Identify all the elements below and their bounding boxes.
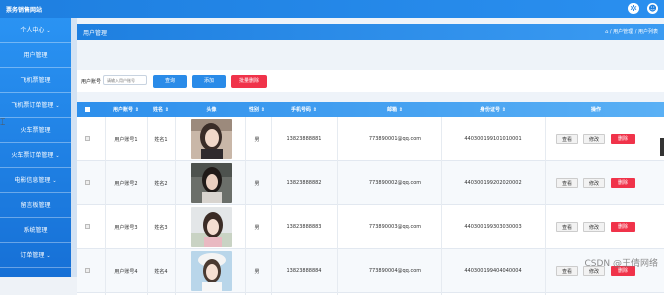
- row-checkbox[interactable]: [85, 136, 90, 141]
- add-button[interactable]: 添加: [192, 75, 226, 88]
- phone-cell: 13823888881: [286, 136, 322, 142]
- phone-cell: 13823888882: [286, 180, 322, 186]
- search-label: 用户账号: [81, 79, 102, 85]
- email-cell: 773890002@qq.com: [368, 180, 422, 186]
- chevron-down-icon: ⌄: [52, 178, 57, 184]
- view-button[interactable]: 查看: [556, 222, 578, 232]
- col-avatar: 头像: [206, 107, 217, 113]
- col-account[interactable]: 用户账号 ⇕: [105, 106, 147, 113]
- sidebar-item-personal-center[interactable]: 个人中心 ⌄: [0, 18, 71, 43]
- view-button[interactable]: 查看: [556, 178, 578, 188]
- account-cell: 用户账号4: [114, 269, 138, 275]
- avatar: [191, 119, 232, 159]
- column-divider: [545, 117, 546, 295]
- phone-cell: 13823888884: [286, 268, 322, 274]
- main-content: 用户管理 ⌂ / 用户管理 / 用户列表 用户账号 查询 添加 批量删除 用户账…: [77, 18, 664, 295]
- sidebar-item-orders[interactable]: 订单管理 ⌄: [0, 243, 71, 268]
- col-gender[interactable]: 性别 ⇕: [245, 106, 269, 113]
- col-phone[interactable]: 手机号码 ⇕: [271, 106, 337, 113]
- watermark: CSDN @王倩网络: [584, 259, 658, 269]
- col-actions: 操作: [590, 107, 601, 113]
- search-bar: 用户账号 查询 添加 批量删除: [77, 70, 664, 92]
- delete-button[interactable]: 删除: [611, 222, 635, 232]
- email-cell: 773890004@qq.com: [368, 268, 422, 274]
- gender-cell: 男: [254, 269, 260, 275]
- edit-button[interactable]: 修改: [583, 134, 605, 144]
- user-table: 用户账号 ⇕ 姓名 ⇕ 头像 性别 ⇕ 手机号码 ⇕ 邮箱 ⇕ 身份证号 ⇕ 操…: [77, 102, 664, 295]
- scrollbar-handle[interactable]: [660, 138, 664, 156]
- idcard-cell: 440300199101010001: [464, 136, 522, 142]
- delete-button[interactable]: 删除: [611, 134, 635, 144]
- name-cell: 姓名1: [154, 137, 168, 143]
- name-cell: 姓名4: [154, 269, 168, 275]
- email-cell: 773890001@qq.com: [368, 136, 422, 142]
- sidebar: 个人中心 ⌄ 用户管理 飞机票管理 飞机票订单管理 ⌄ 火车票管理 火车票订单管理 ⌄…: [0, 18, 71, 277]
- col-email[interactable]: 邮箱 ⇕: [337, 106, 453, 113]
- column-divider: [245, 117, 246, 295]
- avatar: [191, 251, 232, 291]
- chevron-down-icon: ⌄: [55, 153, 60, 159]
- column-divider: [175, 117, 176, 295]
- table-row: 用户账号3 姓名3 男 13823888883 773890003@qq.com…: [77, 205, 664, 249]
- query-button[interactable]: 查询: [153, 75, 187, 88]
- gender-cell: 男: [254, 225, 260, 231]
- idcard-cell: 440300199404040004: [464, 268, 522, 274]
- site-title: 票务销售网站: [6, 7, 43, 14]
- table-row: 用户账号2 姓名2 男 13823888882 773890002@qq.com…: [77, 161, 664, 205]
- column-divider: [105, 117, 106, 295]
- column-divider: [271, 117, 272, 295]
- select-all-checkbox[interactable]: [85, 107, 90, 112]
- phone-cell: 13823888883: [286, 224, 322, 230]
- top-bar: 票务销售网站 ✲ ☻: [0, 0, 664, 18]
- table-header: 用户账号 ⇕ 姓名 ⇕ 头像 性别 ⇕ 手机号码 ⇕ 邮箱 ⇕ 身份证号 ⇕ 操…: [77, 102, 664, 117]
- row-checkbox[interactable]: [85, 224, 90, 229]
- sidebar-item-message-board[interactable]: 留言板管理: [0, 193, 71, 218]
- chevron-down-icon: ⌄: [55, 103, 60, 109]
- column-divider: [147, 117, 148, 295]
- chevron-down-icon: ⌄: [46, 253, 51, 259]
- search-input[interactable]: [103, 75, 147, 85]
- name-cell: 姓名3: [154, 225, 168, 231]
- breadcrumb[interactable]: ⌂ / 用户管理 / 用户列表: [605, 28, 658, 35]
- column-divider: [337, 117, 338, 295]
- page-header: 用户管理 ⌂ / 用户管理 / 用户列表: [77, 24, 664, 40]
- view-button[interactable]: 查看: [556, 134, 578, 144]
- avatar: [191, 163, 232, 203]
- batch-delete-button[interactable]: 批量删除: [231, 75, 267, 88]
- sidebar-item-train-tickets[interactable]: 火车票管理: [0, 118, 71, 143]
- chevron-down-icon: ⌄: [46, 28, 51, 34]
- user-icon[interactable]: ☻: [647, 3, 658, 14]
- edit-button[interactable]: 修改: [583, 222, 605, 232]
- sidebar-item-movies[interactable]: 电影信息管理 ⌄: [0, 168, 71, 193]
- row-checkbox[interactable]: [85, 180, 90, 185]
- avatar: [191, 207, 232, 247]
- mouse-cursor-icon: ⌶: [0, 118, 6, 128]
- account-cell: 用户账号1: [114, 137, 138, 143]
- account-cell: 用户账号3: [114, 225, 138, 231]
- idcard-cell: 440300199202020002: [464, 180, 522, 186]
- gender-cell: 男: [254, 181, 260, 187]
- gear-icon[interactable]: ✲: [628, 3, 639, 14]
- account-cell: 用户账号2: [114, 181, 138, 187]
- name-cell: 姓名2: [154, 181, 168, 187]
- edit-button[interactable]: 修改: [583, 178, 605, 188]
- sidebar-item-flight-orders[interactable]: 飞机票订单管理 ⌄: [0, 93, 71, 118]
- sidebar-item-system[interactable]: 系统管理: [0, 218, 71, 243]
- sidebar-item-flight-tickets[interactable]: 飞机票管理: [0, 68, 71, 93]
- email-cell: 773890003@qq.com: [368, 224, 422, 230]
- column-divider: [441, 117, 442, 295]
- delete-button[interactable]: 删除: [611, 178, 635, 188]
- gender-cell: 男: [254, 137, 260, 143]
- col-idcard[interactable]: 身份证号 ⇕: [441, 106, 545, 113]
- idcard-cell: 440300199303030003: [464, 224, 522, 230]
- row-checkbox[interactable]: [85, 268, 90, 273]
- page-title: 用户管理: [83, 30, 108, 37]
- table-row: 用户账号1 姓名1 男 13823888881 773890001@qq.com…: [77, 117, 664, 161]
- sidebar-item-train-orders[interactable]: 火车票订单管理 ⌄: [0, 143, 71, 168]
- sidebar-item-users[interactable]: 用户管理: [0, 43, 71, 68]
- col-name[interactable]: 姓名 ⇕: [147, 106, 175, 113]
- view-button[interactable]: 查看: [556, 266, 578, 276]
- table-row: 用户账号4 姓名4 男 13823888884 773890004@qq.com…: [77, 249, 664, 293]
